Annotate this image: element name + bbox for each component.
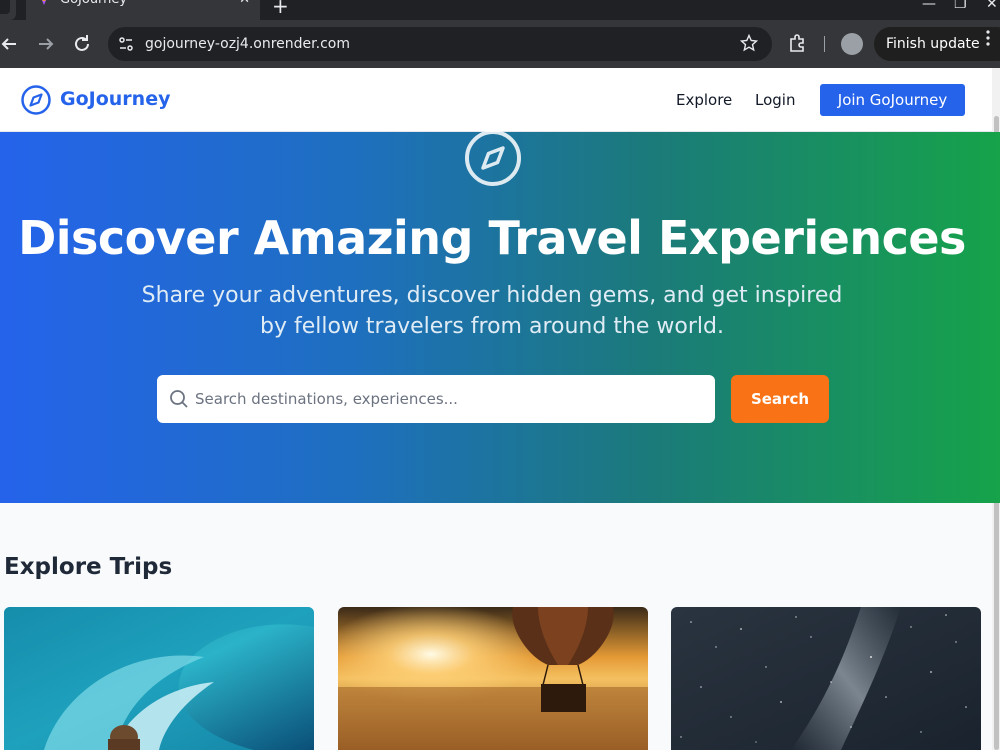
hero-title: Discover Amazing Travel Experiences (18, 211, 966, 265)
toolbar-divider (824, 36, 825, 52)
reload-icon[interactable] (70, 32, 94, 56)
compass-logo-icon[interactable] (20, 84, 52, 116)
compass-hero-icon (465, 130, 521, 186)
site-favicon-icon (41, 0, 47, 5)
surfer-wave-image[interactable] (4, 607, 314, 750)
hero-subtitle: Share your adventures, discover hidden g… (141, 283, 843, 339)
browser-tab-active[interactable]: GoJourney ✕ (26, 0, 260, 20)
explore-trips-heading: Explore Trips (4, 554, 173, 580)
tab-title: GoJourney (60, 0, 127, 8)
milky-way-image[interactable] (671, 607, 981, 750)
url-text[interactable]: gojourney-ozj4.onrender.com (145, 35, 350, 53)
profile-avatar[interactable] (841, 33, 863, 55)
tab-close-icon[interactable]: ✕ (239, 0, 250, 8)
site-header: GoJourney Explore Login Join GoJourney (0, 68, 992, 132)
site-info-icon[interactable] (118, 36, 134, 52)
search-button[interactable]: Search (731, 375, 829, 423)
nav-explore-link[interactable]: Explore (676, 90, 732, 110)
trip-card-balloon[interactable] (338, 607, 648, 750)
back-arrow-icon[interactable] (0, 32, 24, 56)
bookmark-star-icon[interactable] (740, 34, 758, 52)
search-icon (170, 390, 188, 408)
nav-login-link[interactable]: Login (755, 90, 795, 110)
window-close-icon[interactable]: ✕ (986, 0, 998, 12)
browser-toolbar: gojourney-ozj4.onrender.com Finish updat… (0, 20, 1000, 68)
address-bar[interactable]: gojourney-ozj4.onrender.com (108, 27, 772, 61)
hot-air-balloon-image[interactable] (338, 607, 648, 750)
extensions-puzzle-icon[interactable] (788, 33, 808, 53)
restore-icon[interactable]: ❐ (954, 0, 967, 12)
finish-update-button[interactable]: Finish update (874, 27, 1000, 61)
join-button[interactable]: Join GoJourney (820, 84, 965, 116)
trip-card-night-sky[interactable] (671, 607, 981, 750)
browser-menu-icon[interactable] (985, 30, 991, 46)
hero-section: Discover Amazing Travel Experiences Shar… (0, 130, 1000, 503)
trip-card-surf[interactable] (4, 607, 314, 750)
new-tab-icon[interactable]: + (272, 0, 289, 16)
browser-tabstrip: GoJourney ✕ + — ❐ ✕ (0, 0, 1000, 20)
brand-name[interactable]: GoJourney (60, 87, 170, 111)
minimize-icon[interactable]: — (922, 0, 936, 12)
search-input[interactable] (195, 387, 695, 411)
search-box[interactable] (157, 375, 715, 423)
forward-arrow-icon[interactable] (34, 32, 58, 56)
previous-tab-edge[interactable] (0, 0, 16, 20)
